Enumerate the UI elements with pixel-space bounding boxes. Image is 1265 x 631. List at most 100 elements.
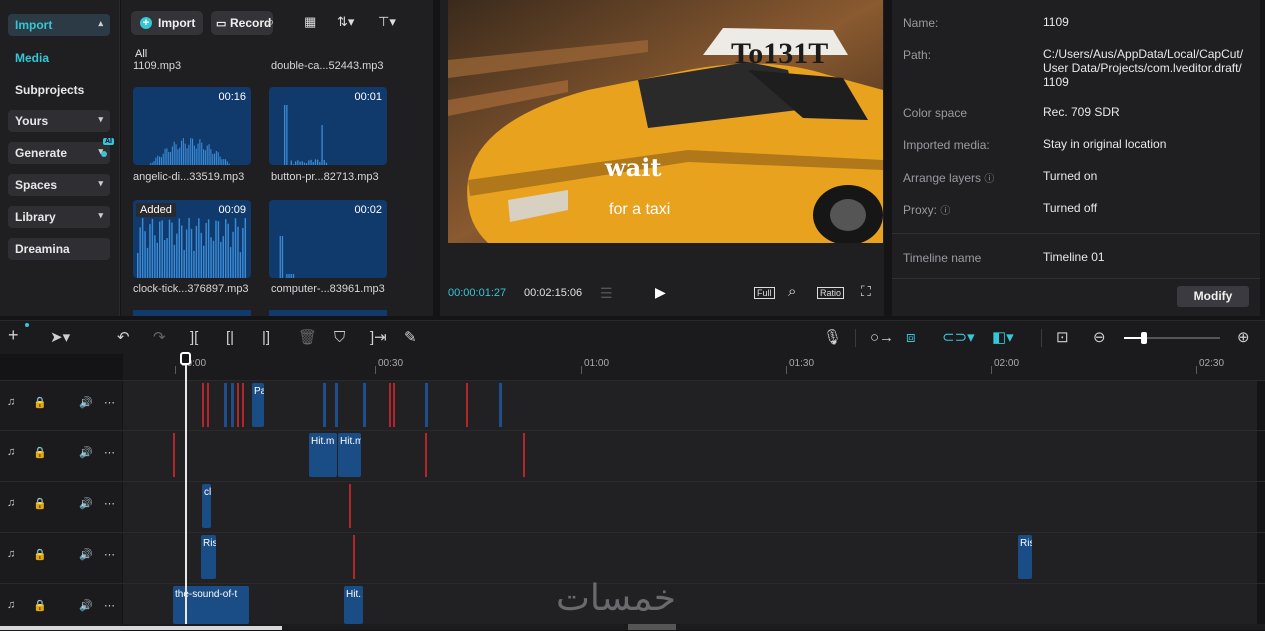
filter-icon[interactable]: ⊤▾ <box>378 14 396 30</box>
volume-icon[interactable]: 🔊 <box>79 396 93 409</box>
split-icon[interactable]: ][ <box>190 330 198 346</box>
audio-clip[interactable]: Pa <box>252 383 264 427</box>
track-lane[interactable]: the-sound-of-t Hit. <box>123 584 1257 624</box>
grid-view-icon[interactable]: ▦ <box>304 14 316 30</box>
lock-icon[interactable]: 🔒 <box>33 446 47 459</box>
audio-clip[interactable]: Hit.m <box>309 433 337 477</box>
info-icon[interactable]: ⓘ <box>984 174 994 185</box>
sidebar-item-library[interactable]: Library ▾ <box>8 206 110 228</box>
lock-icon[interactable]: 🔒 <box>33 396 47 409</box>
clip-marker[interactable] <box>237 383 239 427</box>
zoom-out-icon[interactable]: ⊖ <box>1093 330 1106 346</box>
split-left-icon[interactable]: [| <box>226 330 234 346</box>
sidebar-item-subprojects[interactable]: Subprojects <box>15 83 84 97</box>
clip-marker[interactable] <box>466 383 468 427</box>
ratio-button[interactable]: Ratio <box>817 287 844 299</box>
playhead-handle[interactable] <box>180 352 191 365</box>
sidebar-item-dreamina[interactable]: Dreamina <box>8 238 110 260</box>
search-icon[interactable]: ⌕ <box>267 14 274 30</box>
more-icon[interactable]: ⋯ <box>104 396 115 409</box>
clip-marker[interactable] <box>207 383 209 427</box>
clip-marker[interactable] <box>231 383 234 427</box>
volume-icon[interactable]: 🔊 <box>79 446 93 459</box>
sidebar-item-generate[interactable]: Generate ▾ AI <box>8 142 110 164</box>
info-icon[interactable]: ⓘ <box>940 206 950 217</box>
clip-marker[interactable] <box>393 383 395 427</box>
clip-marker[interactable] <box>349 484 351 528</box>
clip-marker[interactable] <box>202 383 204 427</box>
audio-clip[interactable]: cl <box>202 484 211 528</box>
sidebar-item-media[interactable]: Media <box>15 51 49 65</box>
media-thumbnail[interactable] <box>269 310 387 316</box>
volume-icon[interactable]: 🔊 <box>79 548 93 561</box>
freeze-icon[interactable]: ]⇥ <box>370 330 387 346</box>
zoom-preview-icon[interactable]: ⌕ <box>788 283 796 300</box>
redo-icon[interactable]: ↷ <box>153 330 166 346</box>
horizontal-scrollbar[interactable] <box>0 624 1265 630</box>
clip-marker[interactable] <box>425 433 427 477</box>
fit-icon[interactable]: ⊡ <box>1056 330 1069 346</box>
sidebar-item-yours[interactable]: Yours ▾ <box>8 110 110 132</box>
media-thumbnail[interactable] <box>133 310 251 316</box>
media-thumbnail[interactable]: 00:01 <box>269 87 387 165</box>
track-lane[interactable]: Ris Ris <box>123 533 1257 583</box>
clip-marker[interactable] <box>323 383 326 427</box>
track-lane[interactable]: Pa <box>123 381 1257 431</box>
full-button[interactable]: Full <box>754 287 775 299</box>
select-cursor-icon[interactable]: ➤▾ <box>50 330 70 346</box>
scrollbar-thumb[interactable] <box>628 624 676 630</box>
audio-clip[interactable]: Ris <box>201 535 216 579</box>
sidebar-item-spaces[interactable]: Spaces ▾ <box>8 174 110 196</box>
more-icon[interactable]: ⋯ <box>104 599 115 612</box>
more-icon[interactable]: ⋯ <box>104 446 115 459</box>
clip-marker[interactable] <box>425 383 428 427</box>
sort-icon[interactable]: ⇅▾ <box>337 14 354 30</box>
play-icon[interactable]: ▶ <box>655 284 666 301</box>
clip-marker[interactable] <box>173 433 175 477</box>
clip-marker[interactable] <box>523 433 525 477</box>
modify-button[interactable]: Modify <box>1177 286 1249 307</box>
audio-clip[interactable]: Hit. <box>344 586 363 624</box>
zoom-slider-thumb[interactable] <box>1141 332 1147 344</box>
link-icon[interactable]: ○→ <box>870 330 894 346</box>
more-icon[interactable]: ⋯ <box>104 548 115 561</box>
lock-icon[interactable]: 🔒 <box>33 497 47 510</box>
record-button[interactable]: ▭ Record <box>211 11 273 35</box>
auto-snap-icon[interactable]: ⧈ <box>906 330 916 346</box>
split-right-icon[interactable]: |] <box>262 330 270 346</box>
add-track-icon[interactable]: + <box>8 327 19 343</box>
playhead[interactable] <box>185 354 187 630</box>
volume-icon[interactable]: 🔊 <box>79 599 93 612</box>
lock-icon[interactable]: 🔒 <box>33 599 47 612</box>
delete-icon[interactable]: 🗑 <box>298 330 317 346</box>
timeline-ruler[interactable]: 00:00 00:30 01:00 01:30 02:00 02:30 <box>123 354 1265 380</box>
import-button[interactable]: + Import <box>131 11 203 35</box>
clip-marker[interactable] <box>389 383 391 427</box>
filter-all-label[interactable]: All <box>135 48 147 60</box>
audio-clip[interactable]: Ris <box>1018 535 1032 579</box>
media-thumbnail[interactable]: 00:02 <box>269 200 387 278</box>
fullscreen-icon[interactable]: ⛶ <box>861 283 871 300</box>
clip-marker[interactable] <box>363 383 366 427</box>
clip-marker[interactable] <box>242 383 244 427</box>
track-lane[interactable]: Hit.m Hit.m <box>123 431 1257 481</box>
undo-icon[interactable]: ↶ <box>117 330 130 346</box>
clip-marker[interactable] <box>353 535 355 579</box>
clip-marker[interactable] <box>224 383 227 427</box>
microphone-icon[interactable]: 🎙 <box>823 330 842 346</box>
magic-wand-icon[interactable]: ✎ <box>404 330 417 346</box>
lock-icon[interactable]: 🔒 <box>33 548 47 561</box>
zoom-in-icon[interactable]: ⊕ <box>1237 330 1250 346</box>
linkage-icon[interactable]: ⊂⊃▾ <box>942 330 975 346</box>
marker-icon[interactable]: ⛉ <box>334 330 345 346</box>
more-icon[interactable]: ⋯ <box>104 497 115 510</box>
clip-marker[interactable] <box>499 383 502 427</box>
media-thumbnail[interactable]: Added 00:09 <box>133 200 251 278</box>
track-lane[interactable]: cl <box>123 482 1257 532</box>
media-thumbnail[interactable]: 00:16 <box>133 87 251 165</box>
import-tab[interactable]: Import ▴ <box>8 14 110 36</box>
volume-icon[interactable]: 🔊 <box>79 497 93 510</box>
zoom-slider[interactable] <box>1124 337 1220 339</box>
audio-clip[interactable]: Hit.m <box>338 433 361 477</box>
list-icon[interactable]: ☰ <box>600 285 613 302</box>
